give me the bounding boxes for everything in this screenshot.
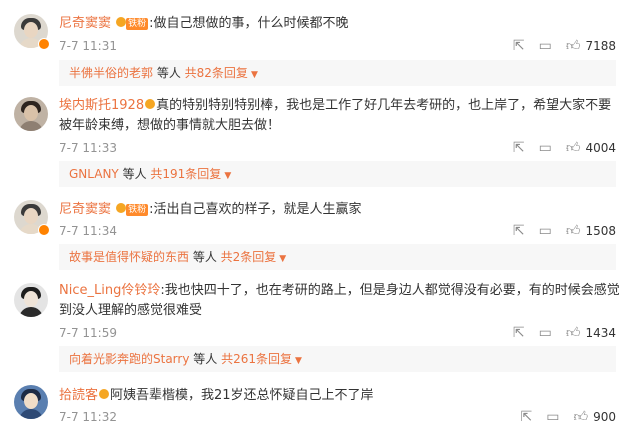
comment-actions: ⇱ ▭ 👍︎ 900 — [506, 409, 616, 425]
username[interactable]: 拾読客 — [59, 388, 98, 403]
like-count: 1508 — [585, 224, 616, 238]
avatar[interactable] — [14, 283, 48, 317]
comment-icon[interactable]: ▭ — [539, 223, 552, 239]
comment-icon[interactable]: ▭ — [546, 409, 559, 425]
comment-actions: ⇱ ▭ 👍︎ 1434 — [499, 325, 616, 341]
fan-badge-icon: 铁粉 — [116, 13, 149, 33]
comment-text: 阿姨吾辈楷模，我21岁还总怀疑自己上不了岸 — [110, 388, 374, 403]
username[interactable]: 尼奇窦窦 — [59, 202, 111, 217]
thumbs-up-icon[interactable]: 👍︎ — [566, 223, 581, 239]
fan-badge-icon — [99, 385, 110, 405]
fan-badge-icon — [145, 95, 156, 115]
thumbs-up-icon[interactable]: 👍︎ — [573, 409, 588, 425]
reply-summary[interactable]: GNLANY 等人 共191条回复 ▼ — [59, 161, 616, 187]
comment-icon[interactable]: ▭ — [539, 140, 552, 156]
username[interactable]: 尼奇窦窦 — [59, 16, 111, 31]
username[interactable]: Nice_Ling伶铃玲 — [59, 283, 160, 298]
verified-badge-icon — [38, 38, 50, 50]
reply-summary[interactable]: 半佛半俗的老郭 等人 共82条回复 ▼ — [59, 60, 616, 86]
avatar[interactable] — [14, 97, 48, 131]
comment-actions: ⇱ ▭ 👍︎ 4004 — [499, 140, 616, 156]
share-icon[interactable]: ⇱ — [513, 38, 525, 54]
verified-badge-icon — [38, 224, 50, 236]
timestamp: 7-7 11:33 — [59, 141, 117, 155]
timestamp: 7-7 11:32 — [59, 410, 117, 424]
share-icon[interactable]: ⇱ — [513, 223, 525, 239]
thumbs-up-icon[interactable]: 👍︎ — [566, 140, 581, 156]
share-icon[interactable]: ⇱ — [513, 140, 525, 156]
timestamp: 7-7 11:31 — [59, 39, 117, 53]
timestamp: 7-7 11:34 — [59, 224, 117, 238]
thumbs-up-icon[interactable]: 👍︎ — [566, 325, 581, 341]
comment-icon[interactable]: ▭ — [539, 325, 552, 341]
fan-badge-icon: 铁粉 — [116, 199, 149, 219]
share-icon[interactable]: ⇱ — [513, 325, 525, 341]
reply-summary[interactable]: 故事是值得怀疑的东西 等人 共2条回复 ▼ — [59, 244, 616, 270]
comment-text: :做自己想做的事，什么时候都不晚 — [149, 16, 349, 31]
username[interactable]: 埃内斯托1928 — [59, 98, 144, 113]
comment-actions: ⇱ ▭ 👍︎ 7188 — [499, 38, 616, 54]
caret-down-icon: ▼ — [250, 70, 258, 80]
reply-summary[interactable]: 向着光影奔跑的Starry 等人 共261条回复 ▼ — [59, 346, 616, 372]
like-count: 7188 — [585, 39, 616, 53]
like-count: 1434 — [585, 326, 616, 340]
share-icon[interactable]: ⇱ — [520, 409, 532, 425]
thumbs-up-icon[interactable]: 👍︎ — [566, 38, 581, 54]
caret-down-icon: ▼ — [224, 171, 232, 181]
comment-text: :活出自己喜欢的样子，就是人生赢家 — [149, 202, 362, 217]
caret-down-icon: ▼ — [279, 254, 287, 264]
like-count: 900 — [593, 410, 616, 424]
caret-down-icon: ▼ — [294, 356, 302, 366]
like-count: 4004 — [585, 141, 616, 155]
timestamp: 7-7 11:59 — [59, 326, 117, 340]
avatar[interactable] — [14, 385, 48, 419]
comment-actions: ⇱ ▭ 👍︎ 1508 — [499, 223, 616, 239]
comment-icon[interactable]: ▭ — [539, 38, 552, 54]
